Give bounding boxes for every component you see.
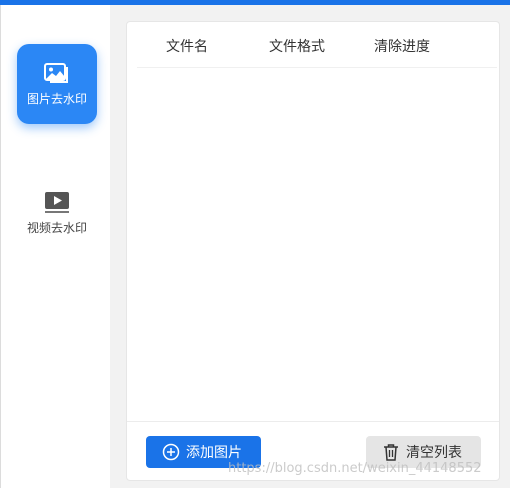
clear-list-button-label: 清空列表: [406, 445, 462, 461]
table-header: 文件名 文件格式 清除进度: [137, 22, 497, 68]
table-body: [137, 67, 497, 420]
trash-icon: [384, 444, 398, 461]
column-header-format: 文件格式: [269, 39, 325, 55]
sidebar-item-image-watermark-removal[interactable]: 图片去水印: [17, 44, 97, 124]
image-icon: [44, 62, 68, 83]
add-image-button-label: 添加图片: [186, 445, 242, 461]
watermark-url: https://blog.csdn.net/weixin_44148552: [228, 461, 482, 476]
column-header-filename: 文件名: [166, 39, 208, 55]
sidebar-item-label: 图片去水印: [26, 91, 87, 106]
sidebar: 图片去水印 视频去水印: [0, 5, 110, 488]
sidebar-item-video-watermark-removal[interactable]: 视频去水印: [17, 173, 97, 253]
sidebar-item-label: 视频去水印: [26, 220, 87, 235]
file-list-panel: 文件名 文件格式 清除进度 添加图片 清空列表: [126, 21, 500, 481]
plus-circle-icon: [162, 443, 180, 461]
column-header-progress: 清除进度: [374, 39, 430, 55]
video-play-icon: [45, 191, 69, 213]
